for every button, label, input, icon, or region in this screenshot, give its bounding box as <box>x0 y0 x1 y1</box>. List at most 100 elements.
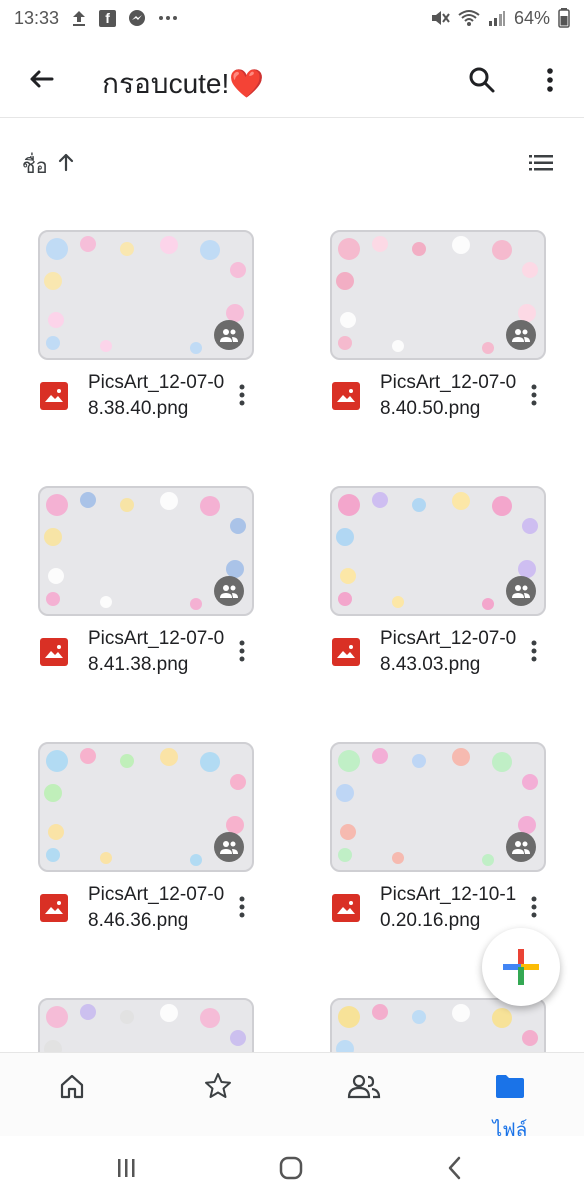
sticker-decoration <box>336 784 354 802</box>
file-thumbnail[interactable] <box>330 486 546 616</box>
sticker-decoration <box>100 852 112 864</box>
sticker-decoration <box>46 592 60 606</box>
sort-label[interactable]: ชื่อ <box>22 150 48 182</box>
sticker-decoration <box>44 528 62 546</box>
file-thumbnail[interactable] <box>38 742 254 872</box>
recent-apps-icon[interactable] <box>108 1152 144 1184</box>
app-bar: กรอบcute!❤️ <box>0 36 584 118</box>
more-vert-icon[interactable] <box>230 380 254 410</box>
file-card[interactable]: PicsArt_12-07-08.41.38.png <box>38 486 254 706</box>
sticker-decoration <box>190 854 202 866</box>
nav-files[interactable]: ไฟล์ <box>480 1071 540 1141</box>
sticker-decoration <box>338 592 352 606</box>
sticker-decoration <box>120 498 134 512</box>
sticker-decoration <box>46 750 68 772</box>
shared-icon <box>506 320 536 350</box>
sticker-decoration <box>200 752 220 772</box>
file-card[interactable]: PicsArt_12-07-08.38.40.png <box>38 230 254 450</box>
sticker-decoration <box>120 1010 134 1024</box>
more-vert-icon[interactable] <box>522 380 546 410</box>
sticker-decoration <box>452 1004 470 1022</box>
status-bar: 13:33 f 64% <box>0 0 584 36</box>
more-vert-icon[interactable] <box>522 636 546 666</box>
list-view-icon[interactable] <box>526 148 556 178</box>
more-vert-icon[interactable] <box>532 62 568 98</box>
file-card[interactable]: PicsArt_12-07-08.46.36.png <box>38 742 254 962</box>
back-button-icon[interactable] <box>438 1152 474 1184</box>
file-thumbnail[interactable] <box>330 230 546 360</box>
search-icon[interactable] <box>464 62 500 98</box>
sticker-decoration <box>372 748 388 764</box>
file-name: PicsArt_12-07-08.46.36.png <box>88 884 225 931</box>
file-name: PicsArt_12-07-08.38.40.png <box>88 372 225 419</box>
nav-starred[interactable] <box>188 1071 248 1127</box>
sticker-decoration <box>230 262 246 278</box>
file-thumbnail[interactable] <box>38 486 254 616</box>
file-thumbnail[interactable] <box>38 230 254 360</box>
image-file-icon <box>40 894 68 922</box>
sticker-decoration <box>44 272 62 290</box>
sticker-decoration <box>372 492 388 508</box>
arrow-up-icon[interactable] <box>56 152 76 172</box>
home-icon <box>60 1074 84 1099</box>
shared-people-icon <box>347 1074 381 1099</box>
shared-icon <box>506 832 536 862</box>
sticker-decoration <box>340 312 356 328</box>
sticker-decoration <box>80 748 96 764</box>
sticker-decoration <box>452 236 470 254</box>
nav-home[interactable] <box>42 1071 102 1127</box>
sticker-decoration <box>46 1006 68 1028</box>
sticker-decoration <box>190 342 202 354</box>
sticker-decoration <box>48 568 64 584</box>
wifi-icon <box>458 9 480 27</box>
sticker-decoration <box>412 754 426 768</box>
home-button-icon[interactable] <box>273 1152 309 1184</box>
star-icon <box>205 1073 231 1098</box>
file-thumbnail[interactable] <box>330 742 546 872</box>
facebook-icon: f <box>99 9 117 27</box>
sort-row: ชื่อ <box>0 140 584 184</box>
sticker-decoration <box>160 1004 178 1022</box>
sticker-decoration <box>492 496 512 516</box>
more-vert-icon[interactable] <box>522 892 546 922</box>
sticker-decoration <box>338 750 360 772</box>
sticker-decoration <box>492 240 512 260</box>
sticker-decoration <box>48 824 64 840</box>
sticker-decoration <box>230 1030 246 1046</box>
sticker-decoration <box>452 748 470 766</box>
sticker-decoration <box>160 236 178 254</box>
messenger-icon <box>128 9 146 27</box>
mute-icon <box>430 9 450 27</box>
image-file-icon <box>332 638 360 666</box>
battery-level: 64% <box>513 7 550 28</box>
arrow-back-icon[interactable] <box>22 62 58 98</box>
new-button[interactable] <box>482 928 560 1006</box>
sticker-decoration <box>482 854 494 866</box>
sticker-decoration <box>336 528 354 546</box>
sticker-decoration <box>340 568 356 584</box>
sticker-decoration <box>412 498 426 512</box>
sticker-decoration <box>100 340 112 352</box>
sticker-decoration <box>200 240 220 260</box>
sticker-decoration <box>120 242 134 256</box>
sticker-decoration <box>392 340 404 352</box>
sticker-decoration <box>412 242 426 256</box>
battery-icon <box>558 8 570 28</box>
bottom-nav: ไฟล์ <box>0 1052 584 1141</box>
more-vert-icon[interactable] <box>230 892 254 922</box>
image-file-icon <box>40 638 68 666</box>
sticker-decoration <box>46 848 60 862</box>
sticker-decoration <box>338 1006 360 1028</box>
file-card[interactable]: PicsArt_12-07-08.40.50.png <box>330 230 546 450</box>
sticker-decoration <box>80 1004 96 1020</box>
file-card[interactable]: PicsArt_12-07-08.43.03.png <box>330 486 546 706</box>
system-nav <box>0 1136 584 1200</box>
sticker-decoration <box>340 824 356 840</box>
sticker-decoration <box>44 784 62 802</box>
sticker-decoration <box>482 342 494 354</box>
sticker-decoration <box>412 1010 426 1024</box>
more-vert-icon[interactable] <box>230 636 254 666</box>
folder-icon <box>496 1075 524 1098</box>
sticker-decoration <box>338 494 360 516</box>
nav-shared[interactable] <box>334 1071 394 1127</box>
